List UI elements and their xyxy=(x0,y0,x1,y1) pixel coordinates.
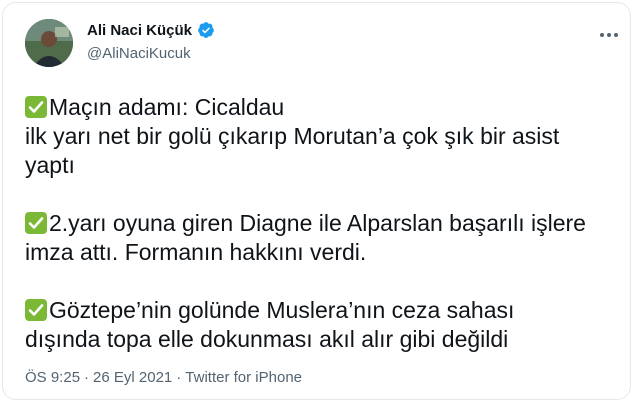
tweet-time[interactable]: ÖS 9:25 xyxy=(25,369,80,386)
tweet-paragraph: 2.yarı oyuna giren Diagne ile Alparslan … xyxy=(25,209,625,267)
tweet-line-text: imza attı. Formanın hakkını verdi. xyxy=(25,239,367,265)
tweet-line: ilk yarı net bir golü çıkarıp Morutan’a … xyxy=(25,122,625,151)
avatar-photo xyxy=(25,19,73,67)
tweet-line-text: Maçın adamı: Cicaldau xyxy=(49,94,285,120)
author-handle[interactable]: @AliNaciKucuk xyxy=(87,45,191,62)
tweet-date[interactable]: 26 Eyl 2021 xyxy=(93,369,172,386)
tweet-line: Göztepe’nin golünde Muslera’nın ceza sah… xyxy=(25,296,625,325)
author-name-row: Ali Naci Küçük xyxy=(87,21,215,39)
meta-separator: · xyxy=(84,369,90,386)
check-mark-icon xyxy=(25,96,47,118)
meta-separator-2: · xyxy=(176,369,182,386)
tweet-line: Maçın adamı: Cicaldau xyxy=(25,93,625,122)
tweet-card: Ali Naci Küçük @AliNaciKucuk Maçın adamı… xyxy=(2,2,631,400)
more-options-icon[interactable] xyxy=(595,25,623,45)
tweet-line: yaptı xyxy=(25,151,625,180)
verified-badge-icon xyxy=(197,21,215,39)
tweet-text: Maçın adamı: Cicaldau ilk yarı net bir go… xyxy=(25,93,625,354)
check-mark-icon xyxy=(25,212,47,234)
tweet-paragraph: Göztepe’nin golünde Muslera’nın ceza sah… xyxy=(25,296,625,354)
tweet-source[interactable]: Twitter for iPhone xyxy=(185,369,302,386)
tweet-line-text: Göztepe’nin golünde Muslera’nın ceza sah… xyxy=(49,297,515,323)
tweet-line-text: dışında topa elle dokunması akıl alır gi… xyxy=(25,326,509,352)
tweet-line-text: ilk yarı net bir golü çıkarıp Morutan’a … xyxy=(25,123,560,149)
tweet-line-text: yaptı xyxy=(25,152,75,178)
check-mark-icon xyxy=(25,299,47,321)
tweet-line: imza attı. Formanın hakkını verdi. xyxy=(25,238,625,267)
tweet-paragraph: Maçın adamı: Cicaldau ilk yarı net bir go… xyxy=(25,93,625,180)
tweet-meta: ÖS 9:25 · 26 Eyl 2021 · Twitter for iPhone xyxy=(25,369,302,386)
tweet-line: 2.yarı oyuna giren Diagne ile Alparslan … xyxy=(25,209,625,238)
tweet-line: dışında topa elle dokunması akıl alır gi… xyxy=(25,325,625,354)
author-name[interactable]: Ali Naci Küçük xyxy=(87,22,192,39)
tweet-line-text: 2.yarı oyuna giren Diagne ile Alparslan … xyxy=(49,210,586,236)
avatar[interactable] xyxy=(25,19,73,67)
